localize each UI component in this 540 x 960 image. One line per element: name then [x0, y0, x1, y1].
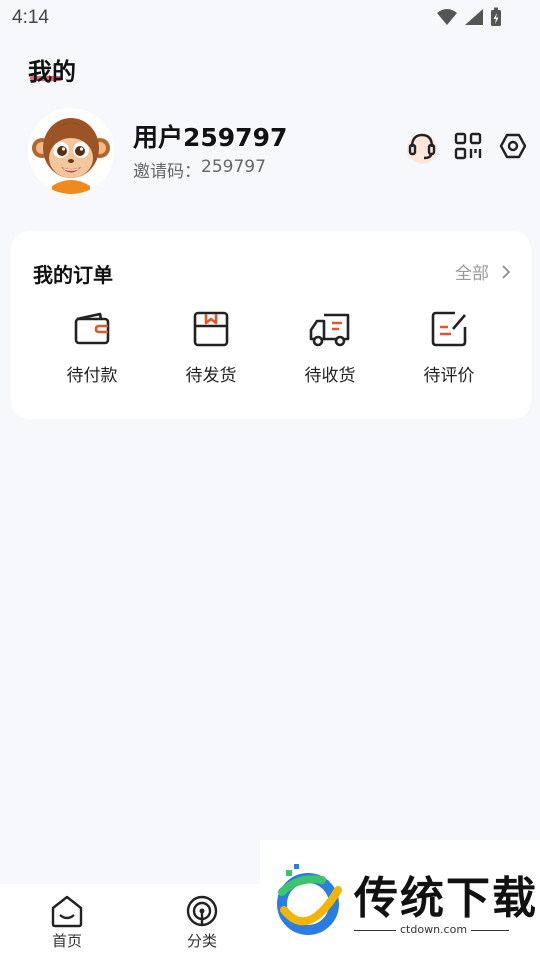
order-pending-payment[interactable]: 待付款 [32, 309, 152, 399]
chevron-right-icon [502, 264, 511, 279]
orders-card: 我的订单 全部 待付款 待发货 待收货 待评价 [11, 231, 531, 419]
orders-all-label: 全部 [455, 264, 489, 284]
orders-title: 我的订单 [33, 263, 113, 287]
order-pending-receipt-label: 待收货 [304, 366, 356, 386]
battery-icon [491, 7, 501, 26]
signal-icon [465, 9, 483, 25]
review-icon [431, 311, 467, 347]
home-icon [51, 895, 83, 928]
invite-label: 邀请码： [133, 162, 201, 182]
invite-code-row[interactable]: 邀请码： 259797 [133, 157, 266, 182]
order-pending-review-label: 待评价 [423, 366, 475, 386]
avatar[interactable] [28, 108, 114, 194]
headset-icon [408, 133, 436, 160]
wallet-icon [74, 312, 110, 345]
nav-category[interactable]: 分类 [162, 894, 242, 951]
watermark-logo-icon [277, 864, 342, 935]
page-title: 我的 [28, 58, 76, 86]
orders-view-all-button[interactable]: 全部 [455, 259, 511, 284]
watermark-url: ctdown.com [396, 923, 472, 936]
qr-code-button[interactable] [450, 128, 486, 164]
nav-home-label: 首页 [51, 932, 82, 950]
status-time: 4:14 [12, 7, 49, 28]
watermark: 传统下载 ctdown.com [260, 840, 540, 960]
username: 用户259797 [133, 123, 288, 152]
nav-category-label: 分类 [186, 932, 217, 950]
monkey-avatar-icon [28, 108, 114, 194]
order-pending-shipment-label: 待发货 [185, 366, 237, 386]
category-icon [186, 895, 218, 927]
nav-home[interactable]: 首页 [27, 894, 107, 951]
wifi-icon [437, 9, 457, 25]
order-pending-shipment[interactable]: 待发货 [151, 309, 271, 399]
settings-icon [499, 133, 527, 159]
qr-code-icon [454, 132, 482, 160]
order-pending-receipt[interactable]: 待收货 [270, 309, 390, 399]
order-pending-review[interactable]: 待评价 [389, 309, 509, 399]
order-pending-payment-label: 待付款 [66, 366, 118, 386]
watermark-brand: 传统下载 [354, 873, 538, 924]
delivery-truck-icon [309, 313, 350, 347]
invite-code: 259797 [201, 157, 266, 177]
status-icons [436, 7, 502, 27]
package-icon [193, 311, 229, 347]
customer-service-button[interactable] [404, 128, 440, 164]
status-bar: 4:14 [0, 0, 540, 36]
settings-button[interactable] [495, 128, 531, 164]
